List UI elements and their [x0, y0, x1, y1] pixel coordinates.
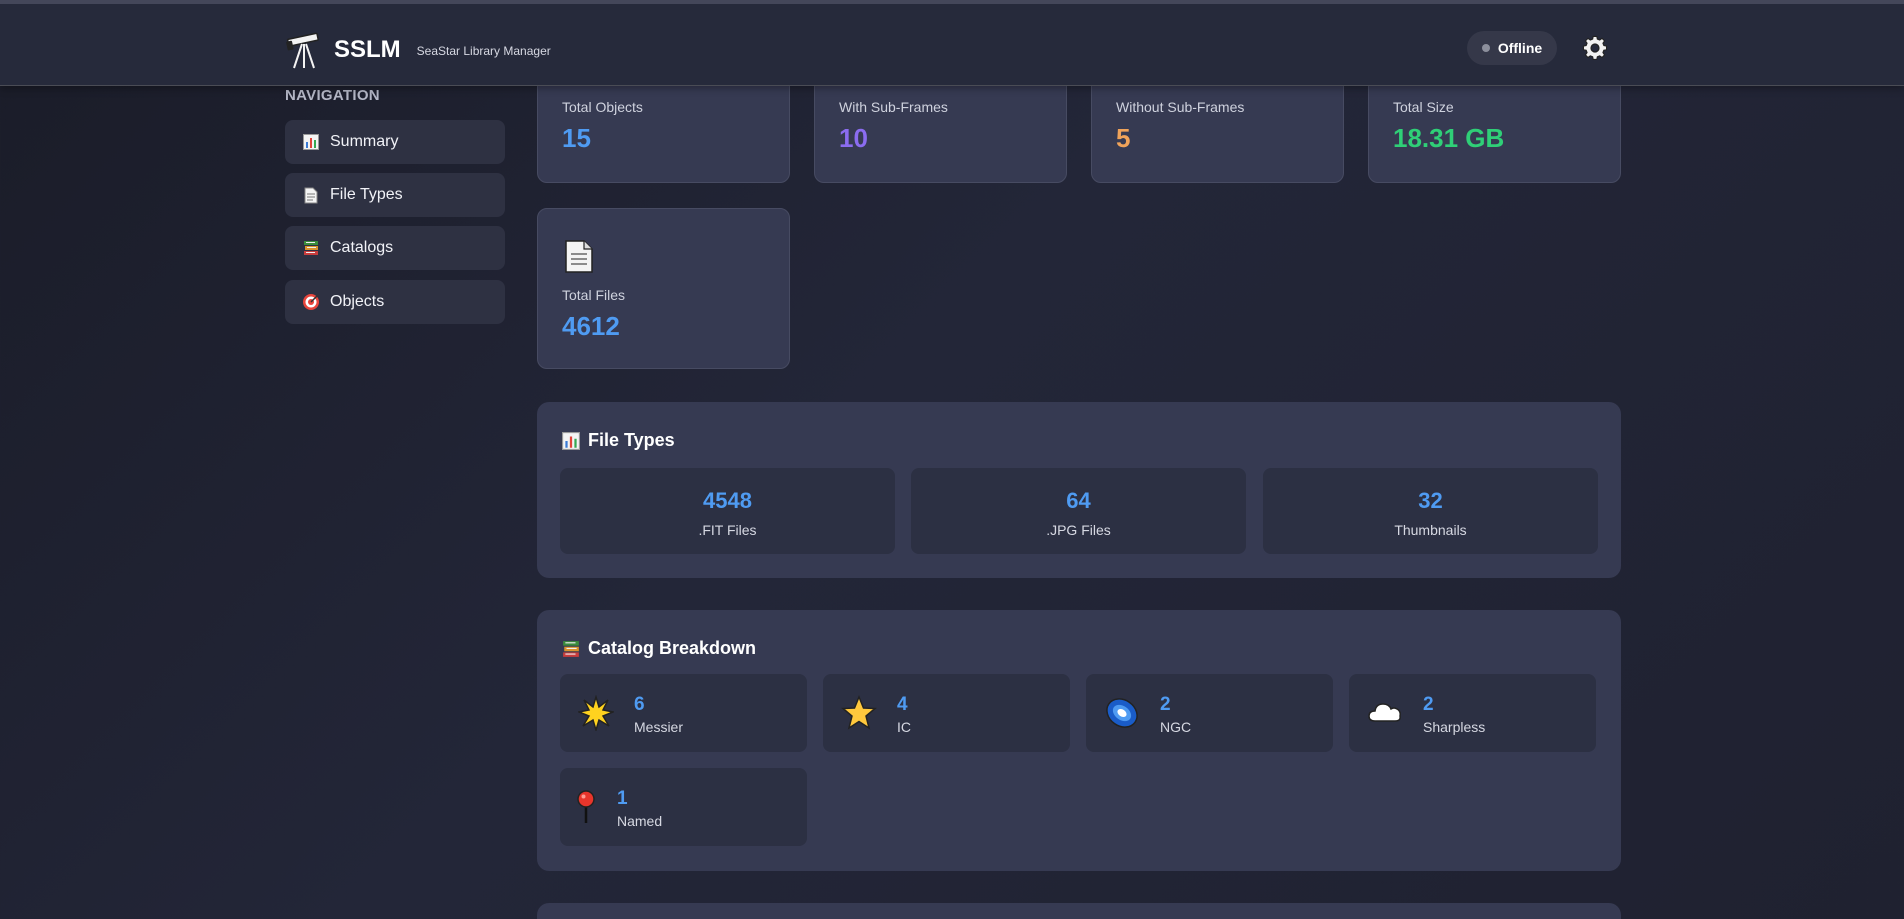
sidebar-item-label: Summary [330, 133, 399, 150]
brand[interactable]: SSLM SeaStar Library Manager [284, 30, 551, 70]
pin-icon [577, 790, 595, 823]
sidebar-item-label: Catalogs [330, 239, 394, 256]
catalog-label: Named [617, 813, 663, 829]
sidebar-item-file-types[interactable]: File Types [285, 173, 505, 217]
document-icon [302, 186, 320, 204]
app-title: SSLM [334, 36, 401, 63]
sidebar-item-label: File Types [330, 186, 403, 203]
stat-value: 10 [839, 123, 868, 153]
catalog-label: NGC [1160, 719, 1192, 735]
catalog-card-ngc: 2 NGC [1086, 674, 1333, 752]
stat-label: With Sub-Frames [839, 99, 948, 115]
file-type-label: .JPG Files [1046, 522, 1111, 538]
catalog-card-named: 1 Named [560, 768, 807, 846]
stat-card-total-files: Total Files 4612 [537, 208, 790, 369]
stat-card-total-objects: Total Objects 15 [537, 70, 790, 183]
file-type-label: Thumbnails [1394, 522, 1467, 538]
glowing-star-icon [578, 695, 614, 731]
books-icon [302, 239, 320, 257]
stat-label: Total Objects [562, 99, 643, 115]
catalog-count: 2 [1160, 694, 1171, 715]
stat-card-total-size: Total Size 18.31 GB [1368, 70, 1621, 183]
stat-label: Without Sub-Frames [1116, 99, 1245, 115]
file-type-count: 4548 [703, 488, 752, 513]
sidebar-item-catalogs[interactable]: Catalogs [285, 226, 505, 270]
catalog-label: Messier [634, 719, 684, 735]
bar-chart-icon [562, 431, 580, 450]
stat-value: 4612 [562, 311, 620, 341]
panel-title-text: File Types [588, 430, 675, 450]
catalog-count: 4 [897, 694, 908, 715]
stat-card-without-sub-frames: Without Sub-Frames 5 [1091, 70, 1344, 183]
panel-title: Catalog Breakdown [562, 638, 756, 659]
bar-chart-icon [302, 133, 320, 151]
cloud-icon [1368, 703, 1401, 722]
books-icon [562, 640, 580, 658]
file-type-card-jpg: 64 .JPG Files [911, 468, 1246, 554]
sidebar-item-objects[interactable]: Objects [285, 280, 505, 324]
catalog-count: 1 [617, 788, 628, 809]
panel-title: File Types [562, 430, 675, 451]
stat-value: 15 [562, 123, 591, 153]
galaxy-icon [1106, 698, 1138, 728]
file-type-card-fit: 4548 .FIT Files [560, 468, 895, 554]
catalog-card-messier: 6 Messier [560, 674, 807, 752]
document-icon [565, 240, 593, 273]
file-types-panel: File Types 4548 .FIT Files 64 .JPG Files… [537, 402, 1621, 578]
stat-value: 18.31 GB [1393, 123, 1505, 153]
catalog-count: 2 [1423, 694, 1434, 715]
connection-status-badge: Offline [1467, 31, 1557, 65]
stat-label: Total Size [1393, 99, 1454, 115]
catalog-card-sharpless: 2 Sharpless [1349, 674, 1596, 752]
stat-card-with-sub-frames: With Sub-Frames 10 [814, 70, 1067, 183]
file-type-label: .FIT Files [698, 522, 757, 538]
file-type-card-thumbnails: 32 Thumbnails [1263, 468, 1598, 554]
catalog-card-ic: 4 IC [823, 674, 1070, 752]
panel-title-text: Catalog Breakdown [588, 638, 757, 658]
star-icon [841, 695, 877, 730]
catalog-count: 6 [634, 694, 645, 715]
gear-icon[interactable] [1582, 35, 1608, 61]
file-type-count: 32 [1418, 488, 1443, 513]
stat-value: 5 [1116, 123, 1131, 153]
nav-heading: NAVIGATION [285, 87, 380, 104]
target-icon [302, 293, 320, 311]
app-subtitle: SeaStar Library Manager [416, 44, 551, 58]
stat-label: Total Files [562, 287, 626, 303]
telescope-icon [286, 32, 319, 69]
status-label: Offline [1497, 40, 1543, 56]
file-type-count: 64 [1066, 488, 1091, 513]
sidebar-item-summary[interactable]: Summary [285, 120, 505, 164]
next-panel [537, 903, 1621, 919]
catalog-label: Sharpless [1423, 719, 1486, 735]
catalog-label: IC [897, 719, 911, 735]
catalog-breakdown-panel: Catalog Breakdown 6 Messier 4 IC 2 NGC 2… [537, 610, 1621, 871]
status-dot-icon [1481, 44, 1490, 52]
sidebar-item-label: Objects [330, 293, 385, 310]
app-header: SSLM SeaStar Library Manager Offline [0, 0, 1904, 86]
